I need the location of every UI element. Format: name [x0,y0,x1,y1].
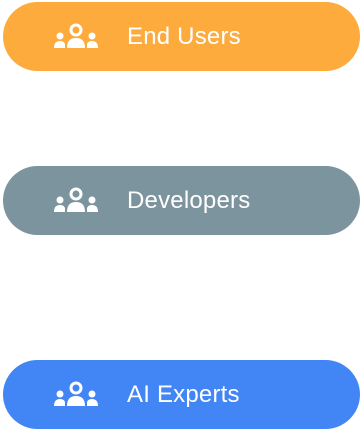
developers-button[interactable]: Developers [3,166,360,235]
ai-experts-button[interactable]: AI Experts [3,360,360,429]
end-users-label: End Users [127,22,241,50]
group-icon [47,381,105,409]
developers-label: Developers [127,186,251,214]
group-icon [47,187,105,215]
group-icon [47,23,105,51]
ai-experts-label: AI Experts [127,380,240,408]
end-users-button[interactable]: End Users [3,2,360,71]
